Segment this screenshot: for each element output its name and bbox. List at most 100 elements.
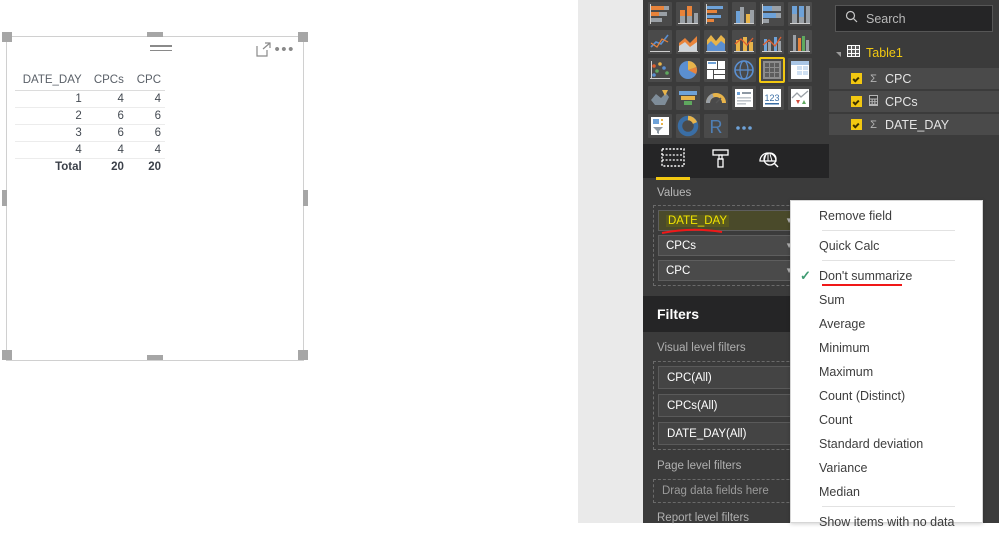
cell-cpcs: 6 bbox=[85, 107, 128, 125]
funnel-chart-icon[interactable] bbox=[676, 86, 700, 110]
menu-item-label: Show items with no data bbox=[819, 515, 955, 529]
field-table-table1[interactable]: Table1 bbox=[829, 38, 999, 67]
menu-item-minimum[interactable]: Minimum bbox=[791, 336, 982, 360]
visual-header: ••• bbox=[7, 37, 303, 61]
100-stacked-column-chart-icon[interactable] bbox=[788, 2, 812, 26]
more-visuals-icon[interactable] bbox=[732, 114, 756, 138]
table-row[interactable]: 4 4 4 bbox=[15, 141, 165, 159]
focus-mode-icon[interactable] bbox=[256, 42, 271, 57]
r-script-visual-icon[interactable]: R bbox=[704, 114, 728, 138]
scatter-chart-icon[interactable] bbox=[648, 58, 672, 82]
resize-handle-bottom-left[interactable] bbox=[2, 350, 12, 360]
visual-data-table: DATE_DAY CPCs CPC 1 4 4 2 6 6 3 6 6 4 4 … bbox=[15, 73, 165, 175]
menu-item-label: Count bbox=[819, 413, 853, 427]
table-row[interactable]: 2 6 6 bbox=[15, 107, 165, 125]
table-name-label: Table1 bbox=[866, 45, 903, 60]
table-grid-icon bbox=[847, 45, 860, 60]
map-icon[interactable] bbox=[732, 58, 756, 82]
menu-item-label: Sum bbox=[819, 293, 845, 307]
menu-item-count-distinct[interactable]: Count (Distinct) bbox=[791, 384, 982, 408]
column-header-date-day[interactable]: DATE_DAY bbox=[15, 73, 86, 91]
ribbon-chart-icon[interactable] bbox=[788, 30, 812, 54]
value-field-label: DATE_DAY bbox=[666, 214, 730, 227]
filled-map-icon[interactable] bbox=[648, 86, 672, 110]
stacked-area-chart-icon[interactable] bbox=[704, 30, 728, 54]
drag-handle-icon[interactable] bbox=[150, 45, 172, 53]
table-visual[interactable]: ••• DATE_DAY CPCs CPC 1 4 4 2 6 6 3 6 6 … bbox=[6, 36, 304, 361]
value-field-label: CPCs bbox=[666, 239, 697, 252]
slicer-icon[interactable] bbox=[648, 114, 672, 138]
menu-item-show-items-with-no-data[interactable]: Show items with no data bbox=[791, 510, 982, 534]
column-header-cpcs[interactable]: CPCs bbox=[85, 73, 128, 91]
menu-item-label: Minimum bbox=[819, 341, 870, 355]
table-row[interactable]: 3 6 6 bbox=[15, 124, 165, 142]
search-input[interactable]: Search bbox=[835, 5, 993, 32]
gauge-chart-icon[interactable] bbox=[704, 86, 728, 110]
menu-item-variance[interactable]: Variance bbox=[791, 456, 982, 480]
pie-chart-icon[interactable] bbox=[676, 58, 700, 82]
line-stacked-column-chart-icon[interactable] bbox=[732, 30, 756, 54]
red-annotation-underline bbox=[822, 284, 902, 286]
menu-item-label: Median bbox=[819, 485, 860, 499]
menu-item-quick-calc[interactable]: Quick Calc bbox=[791, 234, 982, 258]
resize-handle-bottom-right[interactable] bbox=[298, 350, 308, 360]
pane-tab-bar bbox=[643, 142, 829, 181]
menu-item-maximum[interactable]: Maximum bbox=[791, 360, 982, 384]
clustered-column-chart-icon[interactable] bbox=[732, 2, 756, 26]
cell-date-day: 3 bbox=[15, 124, 86, 142]
cell-cpc: 6 bbox=[127, 124, 165, 142]
multi-row-card-icon[interactable] bbox=[732, 86, 756, 110]
menu-item-median[interactable]: Median bbox=[791, 480, 982, 504]
resize-handle-middle-left[interactable] bbox=[2, 190, 7, 206]
search-placeholder: Search bbox=[866, 11, 906, 26]
field-item-cpcs[interactable]: CPCs bbox=[829, 90, 999, 113]
field-item-date-day[interactable]: Σ DATE_DAY bbox=[829, 113, 999, 136]
stacked-bar-chart-icon[interactable] bbox=[648, 2, 672, 26]
menu-separator bbox=[822, 260, 955, 261]
fields-tab[interactable] bbox=[649, 142, 697, 181]
gallery-row bbox=[648, 57, 825, 83]
menu-item-count[interactable]: Count bbox=[791, 408, 982, 432]
table-total-row: Total 20 20 bbox=[15, 158, 165, 176]
100-stacked-bar-chart-icon[interactable] bbox=[760, 2, 784, 26]
stacked-column-chart-icon[interactable] bbox=[676, 2, 700, 26]
menu-separator bbox=[822, 506, 955, 507]
field-checkbox[interactable] bbox=[851, 73, 862, 84]
resize-handle-top-center[interactable] bbox=[147, 32, 163, 37]
field-checkbox[interactable] bbox=[851, 119, 862, 130]
card-icon[interactable]: 123 bbox=[760, 86, 784, 110]
more-options-icon[interactable]: ••• bbox=[274, 42, 295, 57]
line-chart-icon[interactable] bbox=[648, 30, 672, 54]
menu-item-average[interactable]: Average bbox=[791, 312, 982, 336]
menu-item-label: Count (Distinct) bbox=[819, 389, 906, 403]
treemap-icon[interactable] bbox=[704, 58, 728, 82]
area-chart-icon[interactable] bbox=[676, 30, 700, 54]
matrix-icon[interactable] bbox=[788, 58, 812, 82]
menu-item-sum[interactable]: Sum bbox=[791, 288, 982, 312]
column-header-cpc[interactable]: CPC bbox=[127, 73, 165, 91]
cell-cpcs: 4 bbox=[85, 141, 128, 159]
table-icon[interactable] bbox=[759, 57, 785, 83]
clustered-bar-chart-icon[interactable] bbox=[704, 2, 728, 26]
field-checkbox[interactable] bbox=[851, 96, 862, 107]
format-tab[interactable] bbox=[697, 142, 745, 181]
table-row[interactable]: 1 4 4 bbox=[15, 90, 165, 108]
field-item-cpc[interactable]: Σ CPC bbox=[829, 67, 999, 90]
cell-cpcs: 4 bbox=[85, 90, 128, 108]
cell-date-day: 4 bbox=[15, 141, 86, 159]
resize-handle-middle-right[interactable] bbox=[303, 190, 308, 206]
line-clustered-column-chart-icon[interactable] bbox=[760, 30, 784, 54]
chevron-expand-icon[interactable] bbox=[836, 52, 841, 57]
resize-handle-bottom-center[interactable] bbox=[147, 355, 163, 360]
resize-handle-top-left[interactable] bbox=[2, 32, 12, 42]
resize-handle-top-right[interactable] bbox=[298, 32, 308, 42]
kpi-icon[interactable] bbox=[788, 86, 812, 110]
donut-chart-icon[interactable] bbox=[676, 114, 700, 138]
cell-date-day: 1 bbox=[15, 90, 86, 108]
menu-item-remove-field[interactable]: Remove field bbox=[791, 204, 982, 228]
menu-item-dont-summarize[interactable]: ✓ Don't summarize bbox=[791, 264, 982, 288]
analytics-tab[interactable] bbox=[745, 142, 793, 181]
menu-item-label: Standard deviation bbox=[819, 437, 924, 451]
search-wrapper: Search bbox=[829, 0, 999, 38]
menu-item-standard-deviation[interactable]: Standard deviation bbox=[791, 432, 982, 456]
